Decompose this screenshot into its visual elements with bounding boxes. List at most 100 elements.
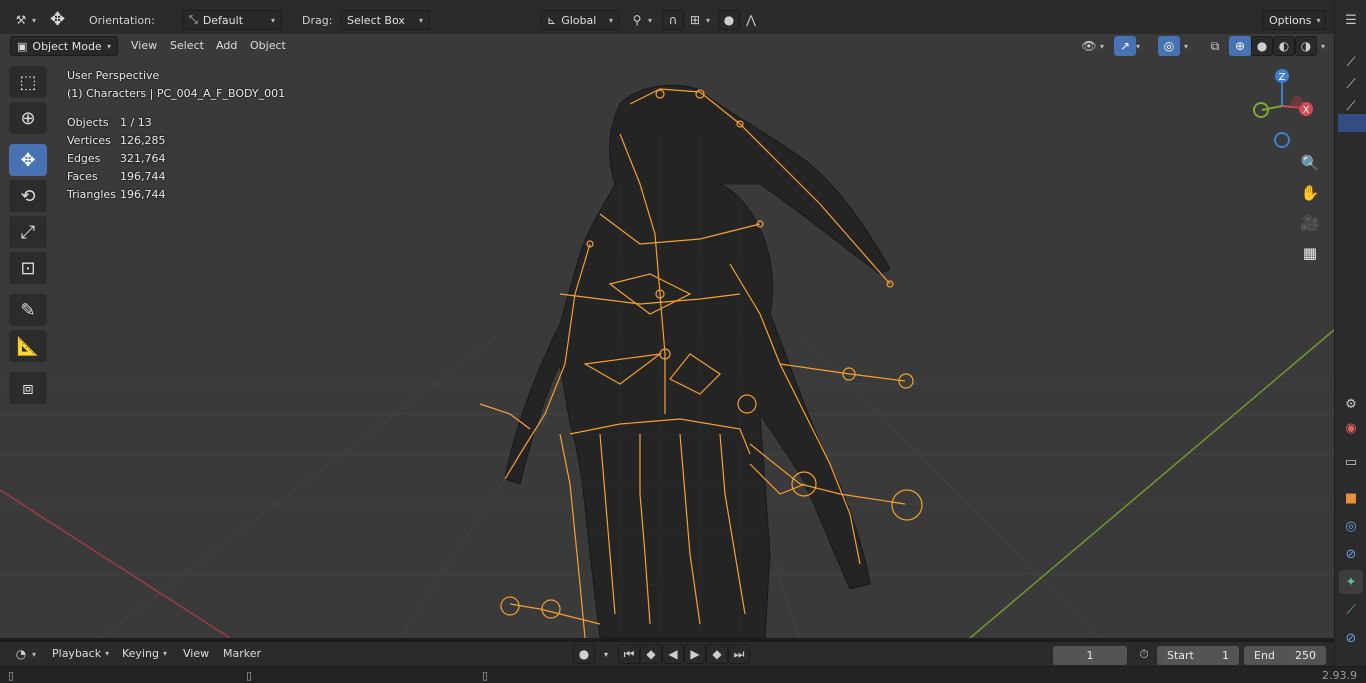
measure-icon: 📐 <box>16 335 40 357</box>
outliner-selected-row[interactable] <box>1338 114 1366 132</box>
play-button[interactable]: ▶ <box>684 644 706 664</box>
navigation-gizmo[interactable]: Z X <box>1253 69 1313 148</box>
stat-value: 126,285 <box>120 134 166 147</box>
menu-playback[interactable]: Playback ▾ <box>46 643 115 663</box>
add-cube-tool[interactable]: ⧈ <box>9 372 47 404</box>
end-label: End <box>1254 648 1275 662</box>
ortho-toggle-button[interactable]: ▦ <box>1297 240 1323 266</box>
editor-type-button[interactable]: ☰ <box>1339 8 1363 32</box>
start-label: Start <box>1167 648 1194 662</box>
tab-constraints[interactable]: ⊘ <box>1339 542 1363 566</box>
neg-x-handle[interactable] <box>1291 96 1303 108</box>
tab-scene[interactable]: ◉ <box>1339 416 1363 440</box>
orientation-label: Orientation: <box>89 13 155 27</box>
chevron-down-icon: ▾ <box>105 648 110 658</box>
editor-type-button[interactable]: ◔ ▾ <box>10 643 36 665</box>
snap-toggle[interactable]: ∩ <box>662 9 684 31</box>
transform-orientation-dropdown[interactable]: ⊾ Global ▾ <box>540 10 620 30</box>
cursor-tool[interactable]: ⊕ <box>9 102 47 134</box>
orientation-dropdown[interactable]: ⤡ Default ▾ <box>182 10 282 30</box>
tab-armature-data[interactable]: ✦ <box>1339 570 1363 594</box>
shading-chevron-icon[interactable]: ▾ <box>1321 42 1325 51</box>
wireframe-shading-icon[interactable]: ⊕ <box>1229 36 1251 56</box>
stat-row: Triangles 196,744 <box>67 186 285 204</box>
proportional-edit-icon: ● <box>718 10 740 30</box>
auto-keying-toggle[interactable]: ● <box>573 644 595 664</box>
rendered-shading-icon[interactable]: ◑ <box>1295 36 1317 56</box>
tab-object[interactable]: ■ <box>1339 486 1363 510</box>
gizmos-button[interactable]: ↗ ▾ <box>1114 35 1140 57</box>
keying-set-button[interactable]: ▾ <box>595 644 617 664</box>
options-dropdown[interactable]: Options ▾ <box>1262 10 1326 30</box>
transform-tool[interactable]: ⊡ <box>9 252 47 284</box>
menu-object[interactable]: Object <box>244 35 292 55</box>
end-frame-field[interactable]: End 250 <box>1244 645 1326 665</box>
tab-bone[interactable]: ⟋ <box>1339 598 1363 622</box>
pivot-point-button[interactable]: ⚲ ▾ <box>626 9 652 31</box>
collection-icon: ▭ <box>1344 454 1358 470</box>
menu-view[interactable]: View <box>125 35 163 55</box>
outliner-row[interactable]: ⟋ <box>1339 72 1363 96</box>
zoom-icon: 🔍 <box>1300 154 1320 172</box>
clock-icon: ◔ <box>15 647 27 661</box>
material-shading-icon[interactable]: ◐ <box>1273 36 1295 56</box>
prev-keyframe-button[interactable]: ◆ <box>640 644 662 664</box>
chevron-down-icon: ▾ <box>106 41 111 51</box>
character-mesh <box>504 84 891 638</box>
gizmo-icon: ↗ <box>1114 36 1136 56</box>
stat-row: Vertices 126,285 <box>67 132 285 150</box>
outliner-row[interactable]: ⟋ <box>1339 50 1363 74</box>
tool-header: ⚒ ▾ ✥ Orientation: ⤡ Default ▾ Drag: Sele… <box>0 0 1334 38</box>
proportional-edit-toggle[interactable]: ● <box>718 9 740 31</box>
tab-bone-constraints[interactable]: ⊘ <box>1339 626 1363 650</box>
neg-z-handle[interactable] <box>1274 132 1290 148</box>
stopwatch-icon: ⏱ <box>1139 646 1149 661</box>
drag-dropdown[interactable]: Select Box ▾ <box>340 10 430 30</box>
mouse-middle-icon: ▯ <box>246 668 253 682</box>
tab-collection[interactable]: ▭ <box>1339 450 1363 474</box>
rotate-tool[interactable]: ⟲ <box>9 180 47 212</box>
xray-toggle[interactable]: ⧉ <box>1204 35 1226 57</box>
start-frame-field[interactable]: Start 1 <box>1157 645 1239 665</box>
object-mode-icon: ▣ <box>17 39 28 53</box>
add-cube-icon: ⧈ <box>22 377 34 399</box>
zoom-button[interactable]: 🔍 <box>1297 150 1323 176</box>
menu-marker[interactable]: Marker <box>217 643 267 663</box>
next-keyframe-button[interactable]: ◆ <box>706 644 728 664</box>
x-axis-line <box>0 489 231 638</box>
snap-target-button[interactable]: ⊞ ▾ <box>684 9 710 31</box>
stat-value: 196,744 <box>120 188 166 201</box>
status-bar: ▯ ▯ ▯ 2.93.9 <box>0 666 1366 683</box>
select-box-tool[interactable]: ⬚ <box>9 66 47 98</box>
mode-dropdown[interactable]: ▣ Object Mode ▾ <box>10 36 118 56</box>
jump-start-button[interactable]: ⏮ <box>618 644 640 664</box>
current-frame-field[interactable]: 1 <box>1053 645 1127 665</box>
version-label: 2.93.9 <box>1322 668 1357 682</box>
overlays-button[interactable]: ◎ ▾ <box>1158 35 1188 57</box>
menu-keying[interactable]: Keying ▾ <box>116 643 173 663</box>
play-reverse-button[interactable]: ◀ <box>662 644 684 664</box>
options-label: Options <box>1269 13 1312 27</box>
scale-icon: ⤢ <box>20 221 36 243</box>
tab-physics[interactable]: ◎ <box>1339 514 1363 538</box>
tab-tool[interactable]: ⚙ <box>1339 392 1363 416</box>
visibility-button[interactable]: 👁 ▾ <box>1078 35 1104 57</box>
pan-button[interactable]: ✋ <box>1297 180 1323 206</box>
jump-end-button[interactable]: ⏭ <box>728 644 750 664</box>
scale-tool[interactable]: ⤢ <box>9 216 47 248</box>
falloff-button[interactable]: ⋀ <box>740 9 762 31</box>
x-axis-label: X <box>1303 105 1310 116</box>
menu-add[interactable]: Add <box>210 35 243 55</box>
preview-range-toggle[interactable]: ⏱ <box>1133 643 1155 665</box>
tool-settings-button[interactable]: ⚒ ▾ <box>10 9 36 31</box>
annotate-tool[interactable]: ✎ <box>9 294 47 326</box>
move-tool[interactable]: ✥ <box>9 144 47 176</box>
menu-select[interactable]: Select <box>164 35 210 55</box>
viewport-info-overlay: User Perspective (1) Characters | PC_004… <box>67 67 285 204</box>
solid-shading-icon[interactable]: ● <box>1251 36 1273 56</box>
timeline-header: ◔ ▾ Playback ▾ Keying ▾ View Marker ● ▾ ⏮ ◆… <box>0 641 1334 666</box>
measure-tool[interactable]: 📐 <box>9 330 47 362</box>
menu-view[interactable]: View <box>177 643 215 663</box>
camera-view-button[interactable]: 🎥 <box>1297 210 1323 236</box>
tool-shelf: ⬚ ⊕ ✥ ⟲ ⤢ ⊡ ✎ 📐 ⧈ <box>9 66 49 408</box>
